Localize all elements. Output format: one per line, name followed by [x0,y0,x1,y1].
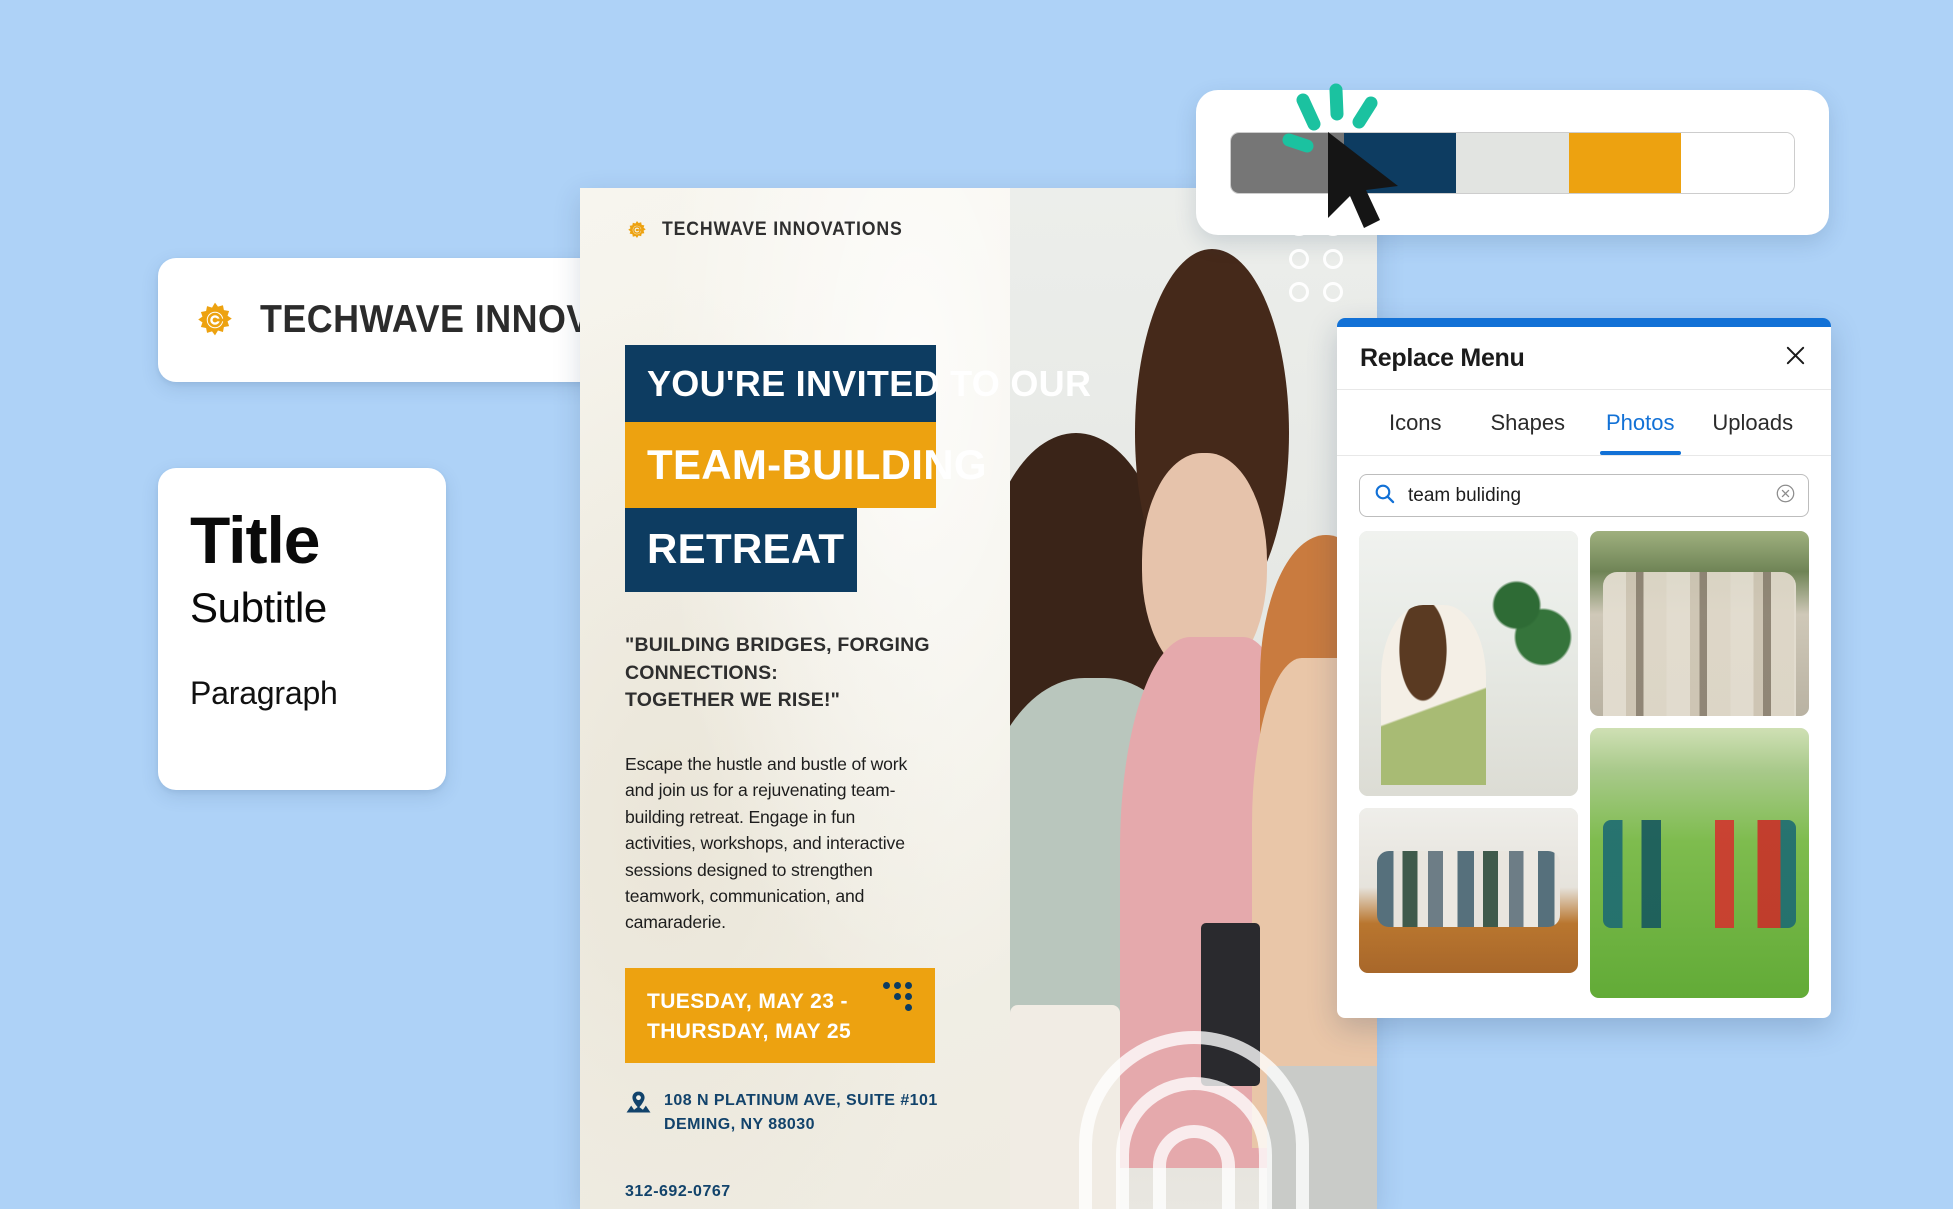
arch-decoration-icon [1078,1029,1309,1209]
flyer-quote-line-2: TOGETHER WE RISE!" [625,689,841,712]
tab-icons[interactable]: Icons [1359,390,1472,455]
flyer-brand-label: TECHWAVE INNOVATIONS [662,219,903,240]
type-sample-title: Title [190,503,320,577]
tab-shapes[interactable]: Shapes [1472,390,1585,455]
replace-menu-tabs[interactable]: Icons Shapes Photos Uploads [1337,390,1831,456]
color-swatch-orange[interactable] [1568,132,1682,193]
flyer-headline-group: YOU'RE INVITED TO OUR TEAM-BUILDING RETR… [625,345,1091,592]
photo-results-grid[interactable] [1337,531,1831,1018]
flyer-address-row: 108 N PLATINUM AVE, SUITE #101 DEMING, N… [625,1089,1010,1138]
tab-uploads[interactable]: Uploads [1697,390,1810,455]
clear-circle-icon[interactable] [1775,483,1796,509]
flyer-content-column: TECHWAVE INNOVATIONS YOU'RE INVITED TO O… [580,188,1091,1209]
flyer-phone: 312-692-0767 [625,1183,731,1201]
color-swatch-white[interactable] [1681,132,1794,193]
headline-line-1: YOU'RE INVITED TO OUR [625,345,1091,422]
map-pin-icon [625,1089,652,1121]
replace-menu-panel[interactable]: Replace Menu Icons Shapes Photos Uploads… [1337,318,1831,1018]
type-sample-paragraph: Paragraph [190,675,338,712]
flyer-body-copy: Escape the hustle and bustle of work and… [625,754,908,933]
flyer-date-line-2: THURSDAY, MAY 25 [647,1019,852,1043]
mouse-pointer-icon [1320,128,1410,238]
close-icon[interactable] [1784,344,1807,372]
flyer-date-box: TUESDAY, MAY 23 - THURSDAY, MAY 25 [625,967,935,1063]
brand-logo-card[interactable]: TECHWAVE INNOVATIONS [158,258,723,382]
gear-icon [625,218,649,242]
flyer-design-canvas[interactable]: TECHWAVE INNOVATIONS YOU'RE INVITED TO O… [580,188,1377,1209]
search-field[interactable]: team buliding [1359,474,1809,517]
type-sample-subtitle: Subtitle [190,584,327,632]
color-swatch-light-gray[interactable] [1456,132,1569,193]
headline-line-3: RETREAT [625,508,857,592]
panel-title: Replace Menu [1360,343,1525,372]
search-input[interactable]: team buliding [1408,485,1762,507]
flyer-address-line-2: DEMING, NY 88030 [664,1116,815,1134]
flyer-contact-block: 312-692-0767 WWW.COMPANYNAME.COM [625,1179,1010,1209]
search-icon [1374,483,1395,509]
photo-park-team-game[interactable] [1590,728,1809,998]
photo-column-right [1590,531,1809,1018]
flyer-address-line-1: 108 N PLATINUM AVE, SUITE #101 [664,1091,938,1109]
photo-group-hug-outdoors[interactable] [1590,531,1809,716]
photo-column-left [1359,531,1578,1018]
tab-photos[interactable]: Photos [1584,390,1697,455]
flyer-quote-line-1: "BUILDING BRIDGES, FORGING CONNECTIONS: [625,634,930,684]
flyer-photo-column[interactable] [1010,188,1377,1209]
flyer-website: WWW.COMPANYNAME.COM [625,1205,1010,1209]
search-row: team buliding [1337,456,1831,531]
panel-accent-bar [1337,318,1831,327]
flyer-brand: TECHWAVE INNOVATIONS [625,218,1010,242]
dots-decoration-icon [883,981,919,1018]
gear-icon [192,297,238,343]
photo-team-meeting-laptops[interactable] [1359,808,1578,973]
flyer-quote: "BUILDING BRIDGES, FORGING CONNECTIONS: … [625,632,955,715]
typography-preview-card[interactable]: Title Subtitle Paragraph [158,468,446,790]
replace-menu-header: Replace Menu [1337,327,1831,390]
photo-office-colleagues[interactable] [1359,531,1578,796]
headline-line-2: TEAM-BUILDING [625,422,987,508]
